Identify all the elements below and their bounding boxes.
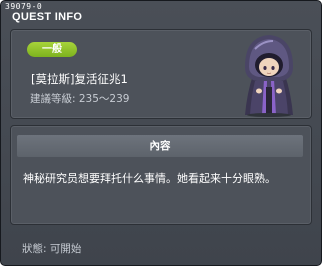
- quest-name: [莫拉斯]复活征兆1: [31, 72, 128, 86]
- quest-content-panel: 內容 神秘研究员想要拜托什么事情。她看起来十分眼熟。: [10, 125, 312, 225]
- content-header: 內容: [17, 135, 303, 157]
- level-requirement: 建議等級: 235～239: [30, 93, 130, 105]
- quest-info-window: 39079-0 QUEST INFO 一般 [莫拉斯]复活征兆1 建議等級: 2…: [0, 0, 322, 266]
- title-bar[interactable]: 39079-0 QUEST INFO: [1, 1, 321, 29]
- hooded-figure-icon: [245, 35, 293, 117]
- quest-status: 狀態: 可開始: [22, 243, 82, 255]
- category-badge: 一般: [27, 42, 77, 57]
- quest-id: 39079-0: [5, 2, 43, 11]
- window-title: QUEST INFO: [12, 11, 83, 23]
- quest-summary-panel: 一般 [莫拉斯]复活征兆1 建議等級: 235～239: [10, 29, 312, 119]
- quest-description: 神秘研究员想要拜托什么事情。她看起来十分眼熟。: [23, 172, 276, 185]
